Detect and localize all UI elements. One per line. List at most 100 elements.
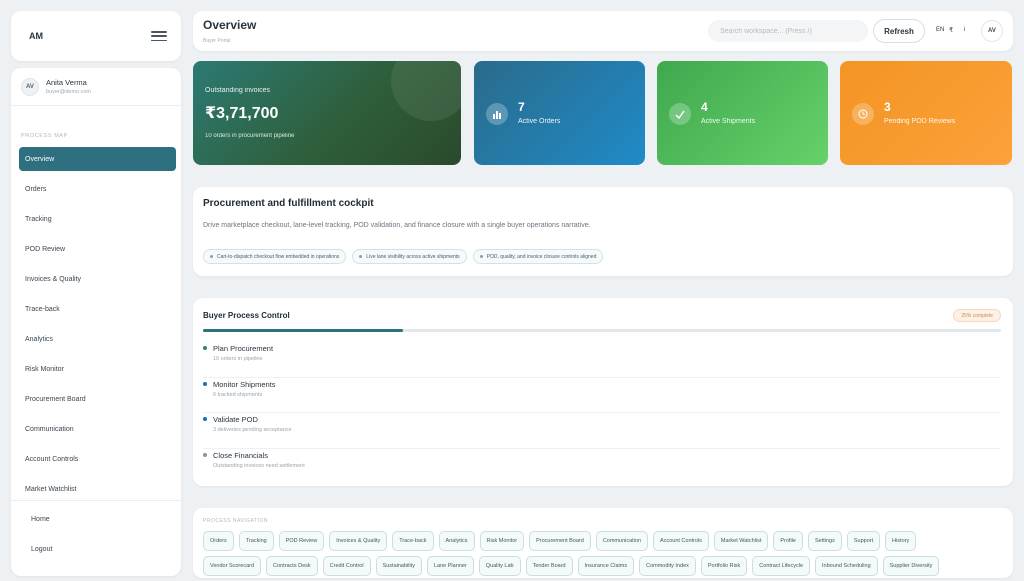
status-dot-icon [203, 381, 207, 386]
sidebar: AV Anita Verma buyer@demo.com PROCESS MA… [11, 68, 181, 576]
decorative-circle [391, 61, 461, 121]
nav-chip-tender-board[interactable]: Tender Board [525, 556, 573, 576]
status-dot-icon [203, 452, 207, 457]
kpi-value: 7 [518, 100, 525, 114]
kpi-value: 3 [884, 100, 891, 114]
sidebar-item-invoices-and-quality[interactable]: Invoices & Quality [19, 267, 176, 291]
process-control-title: Buyer Process Control [203, 311, 290, 320]
kpi-outstanding-invoices[interactable]: Outstanding invoices ₹3,71,700 10 orders… [193, 61, 461, 165]
nav-chip-procurement-board[interactable]: Procurement Board [529, 531, 591, 551]
page-subtitle: Buyer Portal [203, 38, 231, 44]
process-navigation-row: Orders Tracking POD Review Invoices & Quali… [203, 531, 917, 551]
feature-chip-label: POD, quality, and invoice closure contro… [486, 253, 597, 260]
dot-icon [479, 255, 483, 258]
sidebar-item-communication[interactable]: Communication [19, 417, 176, 441]
kpi-value: ₹3,71,700 [205, 105, 279, 122]
step-subtitle: 3 deliveries pending acceptance [213, 427, 292, 433]
nav-chip-communication[interactable]: Communication [595, 531, 649, 551]
process-step[interactable]: Monitor Shipments 6 tracked shipments [203, 378, 1001, 413]
dot-icon [359, 255, 363, 258]
sidebar-item-risk-monitor[interactable]: Risk Monitor [19, 357, 176, 381]
nav-chip-supplier-diversity[interactable]: Supplier Diversity [882, 556, 940, 576]
kpi-label: Outstanding invoices [205, 87, 270, 94]
nav-chip-risk-monitor[interactable]: Risk Monitor [479, 531, 525, 551]
nav-chip-market-watchlist[interactable]: Market Watchlist [713, 531, 769, 551]
nav-chip-pod-review[interactable]: POD Review [278, 531, 325, 551]
process-step[interactable]: Validate POD 3 deliveries pending accepta… [203, 413, 1001, 449]
nav-chip-invoices-and-quality[interactable]: Invoices & Quality [329, 531, 388, 551]
step-title: Monitor Shipments [213, 379, 276, 389]
nav-chip-analytics[interactable]: Analytics [438, 531, 475, 551]
nav-chip-inbound-scheduling[interactable]: Inbound Scheduling [815, 556, 878, 576]
refresh-button[interactable]: Refresh [873, 19, 925, 43]
kpi-label: Active Orders [518, 118, 561, 125]
feature-chip: Cart-to-dispatch checkout flow embedded … [203, 249, 347, 264]
nav-chip-account-controls[interactable]: Account Controls [653, 531, 709, 551]
sidebar-item-account-controls[interactable]: Account Controls [19, 447, 176, 471]
brand-logo: AM [29, 31, 43, 41]
nav-chip-contracts-desk[interactable]: Contracts Desk [266, 556, 318, 576]
nav-chip-sustainability[interactable]: Sustainability [375, 556, 422, 576]
process-navigation-row: Vendor Scorecard Contracts Desk Credit Con… [203, 556, 940, 576]
sidebar-item-trace-back[interactable]: Trace-back [19, 297, 176, 321]
sidebar-item-home[interactable]: Home [19, 507, 176, 531]
user-name: Anita Verma [46, 78, 87, 87]
nav-chip-tracking[interactable]: Tracking [238, 531, 274, 551]
nav-chip-settings[interactable]: Settings [807, 531, 842, 551]
step-title: Close Financials [213, 450, 269, 460]
kpi-pending-pod[interactable]: 3 Pending POD Reviews [840, 61, 1012, 165]
user-profile[interactable]: AV Anita Verma buyer@demo.com [11, 68, 181, 106]
progress-bar [203, 329, 1001, 332]
sidebar-section-title: PROCESS MAP [21, 133, 68, 139]
cockpit-chips: Cart-to-dispatch checkout flow embedded … [203, 249, 604, 264]
currency-switch[interactable]: ₹ [949, 26, 953, 34]
search-input[interactable] [708, 20, 868, 42]
sidebar-item-pod-review[interactable]: POD Review [19, 237, 176, 261]
process-step[interactable]: Plan Procurement 10 orders in pipeline [203, 342, 1001, 378]
nav-chip-commodity-index[interactable]: Commodity Index [639, 556, 696, 576]
sidebar-item-logout[interactable]: Logout [19, 537, 176, 561]
nav-chip-profile[interactable]: Profile [773, 531, 803, 551]
kpi-active-shipments[interactable]: 4 Active Shipments [657, 61, 828, 165]
nav-chip-credit-control[interactable]: Credit Control [322, 556, 371, 576]
nav-chip-trace-back[interactable]: Trace-back [392, 531, 434, 551]
header-avatar[interactable]: AV [981, 20, 1003, 42]
bar-chart-icon [486, 103, 508, 125]
process-navigation: PROCESS NAVIGATION Orders Tracking POD Rev… [193, 508, 1013, 578]
nav-chip-lane-planner[interactable]: Lane Planner [427, 556, 474, 576]
nav-chip-history[interactable]: History [885, 531, 917, 551]
sidebar-item-market-watchlist[interactable]: Market Watchlist [19, 477, 176, 501]
kpi-active-orders[interactable]: 7 Active Orders [474, 61, 645, 165]
nav-chip-support[interactable]: Support [846, 531, 881, 551]
sidebar-footer: Home Logout [11, 500, 181, 567]
check-icon [669, 103, 691, 125]
nav-chip-portfolio-risk[interactable]: Portfolio Risk [700, 556, 748, 576]
status-dot-icon [203, 346, 207, 350]
top-header: Overview Buyer Portal Refresh EN ₹ i AV [193, 11, 1013, 51]
sidebar-item-tracking[interactable]: Tracking [19, 207, 176, 231]
sidebar-item-orders[interactable]: Orders [19, 177, 176, 201]
nav-chip-contract-lifecycle[interactable]: Contract Lifecycle [752, 556, 811, 576]
progress-fill [203, 329, 403, 332]
sidebar-item-procurement-board[interactable]: Procurement Board [19, 387, 176, 411]
sidebar-item-analytics[interactable]: Analytics [19, 327, 176, 351]
cockpit-card: Procurement and fulfillment cockpit Driv… [193, 187, 1013, 276]
info-icon[interactable]: i [964, 27, 965, 33]
avatar: AV [21, 77, 39, 96]
status-badge: 25% complete [953, 309, 1001, 322]
step-subtitle: Outstanding invoices need settlement [213, 462, 305, 469]
menu-icon[interactable] [151, 31, 167, 41]
nav-chip-quality-lab[interactable]: Quality Lab [478, 556, 521, 576]
process-step[interactable]: Close Financials Outstanding invoices nee… [203, 449, 1001, 485]
process-steps: Plan Procurement 10 orders in pipeline Mon… [203, 342, 1001, 484]
cockpit-description: Drive marketplace checkout, lane-level t… [203, 222, 591, 229]
cockpit-title: Procurement and fulfillment cockpit [203, 198, 374, 209]
language-switch[interactable]: EN [936, 27, 944, 33]
nav-chip-insurance-claims[interactable]: Insurance Claims [577, 556, 635, 576]
sidebar-nav: Overview Orders Tracking POD Review Invoices… [11, 147, 181, 501]
nav-chip-vendor-scorecard[interactable]: Vendor Scorecard [203, 556, 262, 576]
sidebar-item-overview[interactable]: Overview [19, 147, 176, 171]
nav-chip-orders[interactable]: Orders [203, 531, 234, 551]
feature-chip: POD, quality, and invoice closure contro… [472, 249, 604, 264]
page-title: Overview [203, 18, 257, 32]
